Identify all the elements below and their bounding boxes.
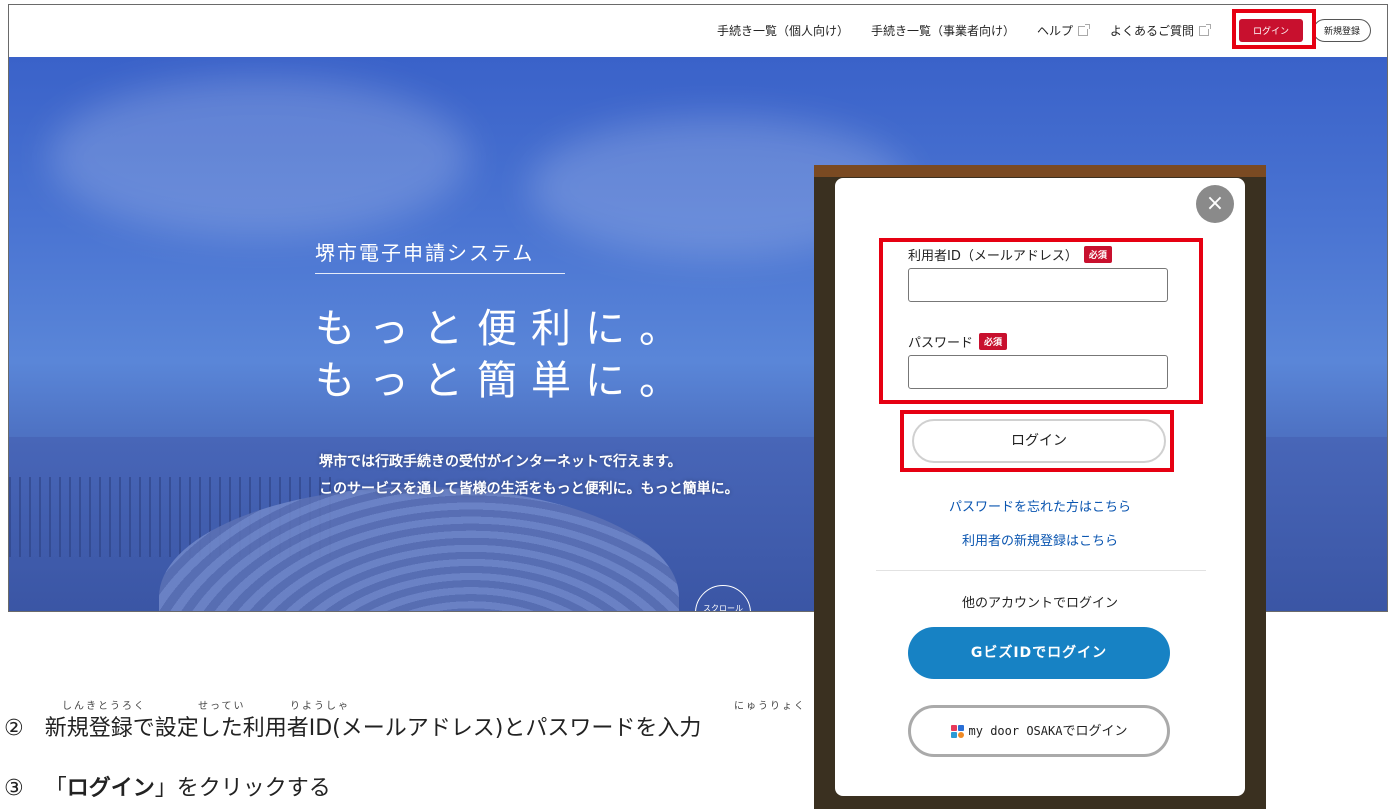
hero-description: 堺市では行政手続きの受付がインターネットで行えます。 このサービスを通して皆様の… [319,449,739,503]
nav-link-faq-label: よくあるご質問 [1109,24,1194,38]
nav-link-help-label: ヘルプ [1036,24,1073,38]
top-navigation: 手続き一覧（個人向け） 手続き一覧（事業者向け） ヘルプ よくあるご質問 ログイ… [9,5,1387,57]
modal-divider [876,570,1206,571]
hero-desc-line1: 堺市では行政手続きの受付がインターネットで行えます。 [319,454,682,470]
step3-number: ③ [4,776,24,801]
highlight-nav-login [1232,9,1316,49]
nav-register-button[interactable]: 新規登録 [1313,19,1371,42]
external-link-icon [1199,23,1211,36]
nav-link-faq[interactable]: よくあるご質問 [1109,22,1211,39]
register-link[interactable]: 利用者の新規登録はこちら [835,530,1245,549]
hero-title: もっと便利に。 もっと簡単に。 [315,303,693,407]
external-link-icon [1077,23,1090,36]
hero-divider [315,273,565,274]
hero-title-line1: もっと便利に。 [315,306,693,352]
highlight-login-button [900,410,1174,472]
mydoor-suffix: でログイン [1062,724,1128,739]
mydoor-logo-icon [950,724,965,739]
modal-backdrop-strip [814,165,1266,177]
nav-link-procedures-business[interactable]: 手続き一覧（事業者向け） [871,22,1015,39]
nav-link-help[interactable]: ヘルプ [1036,22,1090,39]
mydoor-brand: my door OSAKA [968,724,1063,738]
hero-title-line2: もっと簡単に。 [315,358,693,404]
step3-open: 「 [44,776,67,801]
nav-link-procedures-individual[interactable]: 手続き一覧（個人向け） [717,22,849,39]
step3-rest: 」をクリックする [154,776,331,801]
instruction-step-2: ② 新規登録で設定した利用者ID(メールアドレス)とパスワードを入力 [4,710,701,742]
hero-desc-line2: このサービスを通して皆様の生活をもっと便利に。もっと簡単に。 [319,481,739,497]
step2-number: ② [4,716,24,741]
mydoor-login-button[interactable]: my door OSAKAでログイン [908,705,1170,757]
step3-bold: ログイン [66,776,155,801]
highlight-credentials [879,238,1203,404]
close-icon[interactable]: × [1196,185,1234,223]
step2-text: 新規登録で設定した利用者ID(メールアドレス)とパスワードを入力 [44,716,702,741]
hero-subtitle: 堺市電子申請システム [315,241,535,265]
forgot-password-link[interactable]: パスワードを忘れた方はこちら [835,496,1245,515]
gbiz-login-button[interactable]: GビズIDでログイン [908,627,1170,679]
cloud-decoration [49,77,469,237]
instruction-step-3: ③ 「ログイン」をクリックする [4,770,331,802]
other-accounts-label: 他のアカウントでログイン [961,596,1118,611]
ruby-nyuuryoku: にゅうりょく [734,701,806,712]
